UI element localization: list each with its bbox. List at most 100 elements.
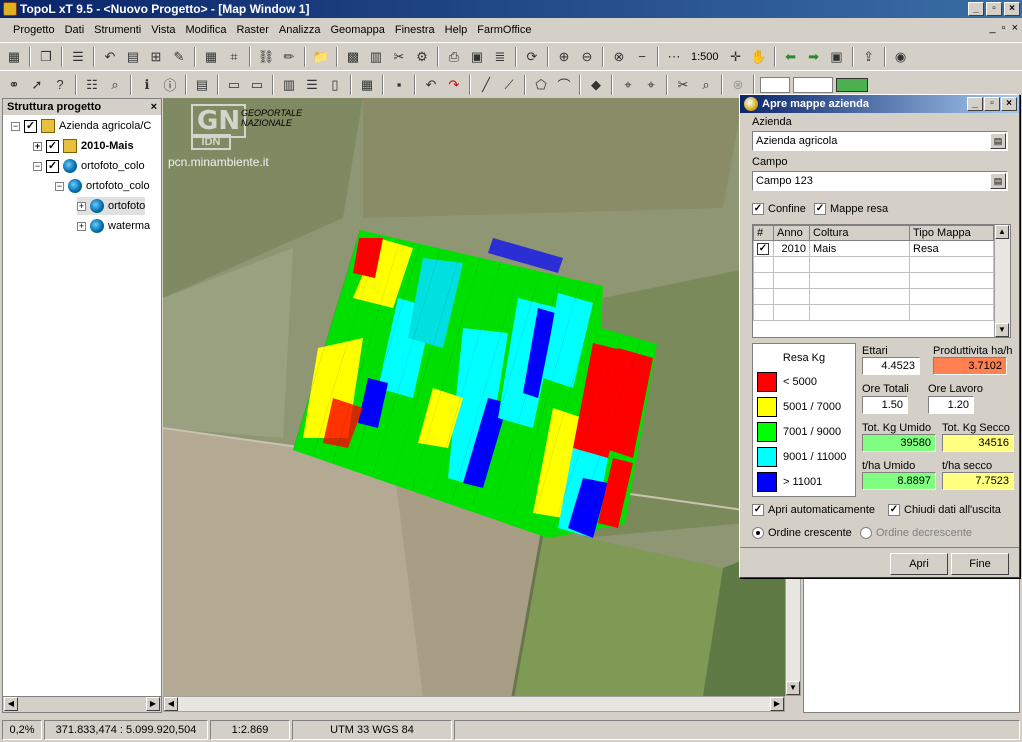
browse-campo-icon[interactable]: ▤: [990, 173, 1006, 189]
checkbox-box[interactable]: ✓: [752, 203, 764, 215]
menu-help[interactable]: Help: [440, 20, 473, 40]
scroll-down-button[interactable]: ▼: [786, 681, 800, 695]
line-style-box[interactable]: [793, 76, 833, 93]
close-button[interactable]: ×: [1004, 2, 1020, 16]
info-icon[interactable]: ℹ: [137, 75, 157, 95]
dialog-maximize-button[interactable]: ▫: [984, 97, 1000, 111]
menu-finestra[interactable]: Finestra: [390, 20, 440, 40]
fill-color-swatch[interactable]: [836, 77, 868, 92]
row-check-cell[interactable]: ✓: [753, 240, 774, 257]
refresh-icon[interactable]: ⟳: [522, 47, 542, 67]
menu-vista[interactable]: Vista: [146, 20, 180, 40]
pencil-icon[interactable]: ✏: [279, 47, 299, 67]
cut-icon[interactable]: ✂: [673, 75, 693, 95]
ordine-crescente-radio[interactable]: Ordine crescente: [752, 527, 852, 539]
chiudi-dati-checkbox[interactable]: ✓ Chiudi dati all'uscita: [888, 504, 1001, 516]
apri-automaticamente-checkbox[interactable]: ✓ Apri automaticamente: [752, 504, 875, 516]
snap2-icon[interactable]: ⌖: [641, 75, 661, 95]
pan-hand-icon[interactable]: ✋: [749, 47, 769, 67]
azienda-field[interactable]: Azienda agricola ▤: [752, 131, 1008, 151]
pointer-icon[interactable]: ➚: [27, 75, 47, 95]
table-vertical-scrollbar[interactable]: ▲ ▼: [994, 225, 1010, 337]
expand-icon[interactable]: +: [33, 141, 42, 151]
tools-icon[interactable]: ✂: [389, 47, 409, 67]
maximize-button[interactable]: ▫: [986, 2, 1002, 16]
layout-icon[interactable]: ▦: [357, 75, 377, 95]
copy-icon[interactable]: ❐: [36, 47, 56, 67]
tree-item-azienda[interactable]: − ✓ Azienda agricola/C: [11, 117, 151, 135]
checkbox-box[interactable]: ✓: [752, 504, 764, 516]
column-header[interactable]: Anno: [773, 225, 810, 241]
close-panel-button[interactable]: ×: [151, 99, 157, 115]
column-header[interactable]: Tipo Mappa: [909, 225, 994, 241]
menu-dati[interactable]: Dati: [60, 20, 90, 40]
open-icon[interactable]: ▤: [123, 47, 143, 67]
tree-item-ortofoto-sub[interactable]: − ortofoto_colo: [55, 177, 150, 195]
mdi-close-button[interactable]: ×: [1012, 22, 1018, 34]
checkbox-box[interactable]: ✓: [888, 504, 900, 516]
collapse-icon[interactable]: −: [11, 121, 20, 131]
split-h-icon[interactable]: ☰: [302, 75, 322, 95]
column-header[interactable]: Coltura: [809, 225, 910, 241]
align-icon[interactable]: ≣: [490, 47, 510, 67]
scroll-right-button[interactable]: ▶: [770, 697, 784, 711]
browse-azienda-icon[interactable]: ▤: [990, 133, 1006, 149]
draw-arc-icon[interactable]: ⌒: [554, 75, 574, 95]
table-row[interactable]: ✓ 2010 Mais Resa: [753, 240, 994, 257]
mdi-minimize-button[interactable]: _: [990, 22, 996, 34]
point-style-box[interactable]: [760, 76, 790, 93]
menu-geomappa[interactable]: Geomappa: [325, 20, 389, 40]
panel2-icon[interactable]: ▭: [247, 75, 267, 95]
scroll-left-button[interactable]: ◀: [4, 697, 18, 711]
menu-progetto[interactable]: Progetto: [8, 20, 60, 40]
undo-edit-icon[interactable]: ↶: [421, 75, 441, 95]
palette-icon[interactable]: ▩: [343, 47, 363, 67]
binoculars-icon[interactable]: ⚭: [4, 75, 24, 95]
menu-modifica[interactable]: Modifica: [181, 20, 232, 40]
window-icon[interactable]: ▣: [467, 47, 487, 67]
confine-checkbox[interactable]: ✓ Confine: [752, 203, 806, 215]
redo-edit-icon[interactable]: ↷: [444, 75, 464, 95]
folder-icon[interactable]: 📁: [311, 47, 331, 67]
dialog-minimize-button[interactable]: _: [967, 97, 983, 111]
mdi-maximize-button[interactable]: ▫: [1002, 22, 1006, 34]
vector-icon[interactable]: ⌗: [224, 47, 244, 67]
tree-item-2010-mais[interactable]: + ✓ 2010-Mais: [33, 137, 134, 155]
tree-checkbox[interactable]: ✓: [24, 119, 37, 133]
scroll-up-button[interactable]: ▲: [995, 225, 1009, 239]
menu-farmoffice[interactable]: FarmOffice: [472, 20, 536, 40]
back-arrow-icon[interactable]: ⬅: [781, 47, 801, 67]
properties-icon[interactable]: ▤: [192, 75, 212, 95]
inspect-icon[interactable]: ⌕: [105, 75, 125, 95]
scroll-down-button[interactable]: ▼: [995, 323, 1009, 337]
fine-button[interactable]: Fine: [951, 553, 1009, 575]
zoom-out-icon[interactable]: ⊖: [577, 47, 597, 67]
settings-icon[interactable]: ⚙: [412, 47, 432, 67]
panel-icon[interactable]: ▭: [224, 75, 244, 95]
tree-item-watermark[interactable]: + waterma: [77, 217, 150, 235]
scale-select[interactable]: 1:500: [687, 51, 723, 63]
expand-icon[interactable]: +: [77, 221, 86, 231]
draw-node-icon[interactable]: ⟋: [499, 75, 519, 95]
zoom-minus-icon[interactable]: −: [632, 47, 652, 67]
layers-icon[interactable]: ▦: [4, 47, 24, 67]
eye-icon[interactable]: ◉: [891, 47, 911, 67]
menu-strumenti[interactable]: Strumenti: [89, 20, 146, 40]
export-icon[interactable]: ⇪: [859, 47, 879, 67]
delete-icon[interactable]: ⊗: [728, 75, 748, 95]
tree-checkbox[interactable]: ✓: [46, 139, 59, 153]
campo-field[interactable]: Campo 123 ▤: [752, 171, 1008, 191]
tree-item-ortofoto[interactable]: + ortofoto: [77, 197, 146, 215]
table-icon[interactable]: ▦: [201, 47, 221, 67]
radio-button[interactable]: [860, 527, 872, 539]
grid-icon[interactable]: ⊞: [146, 47, 166, 67]
link-icon[interactable]: ⛓: [256, 47, 276, 67]
split-v-icon[interactable]: ▯: [325, 75, 345, 95]
zoom-window-icon[interactable]: ⊗: [609, 47, 629, 67]
crosshair-icon[interactable]: ✛: [726, 47, 746, 67]
snap-icon[interactable]: ⌖: [618, 75, 638, 95]
draw-polygon-icon[interactable]: ⬠: [531, 75, 551, 95]
edit-icon[interactable]: ✎: [169, 47, 189, 67]
sidebar-horizontal-scrollbar[interactable]: ◀ ▶: [3, 696, 161, 712]
map-canvas[interactable]: GN IDN GEOPORTALE NAZIONALE pcn.minambie…: [163, 98, 800, 696]
